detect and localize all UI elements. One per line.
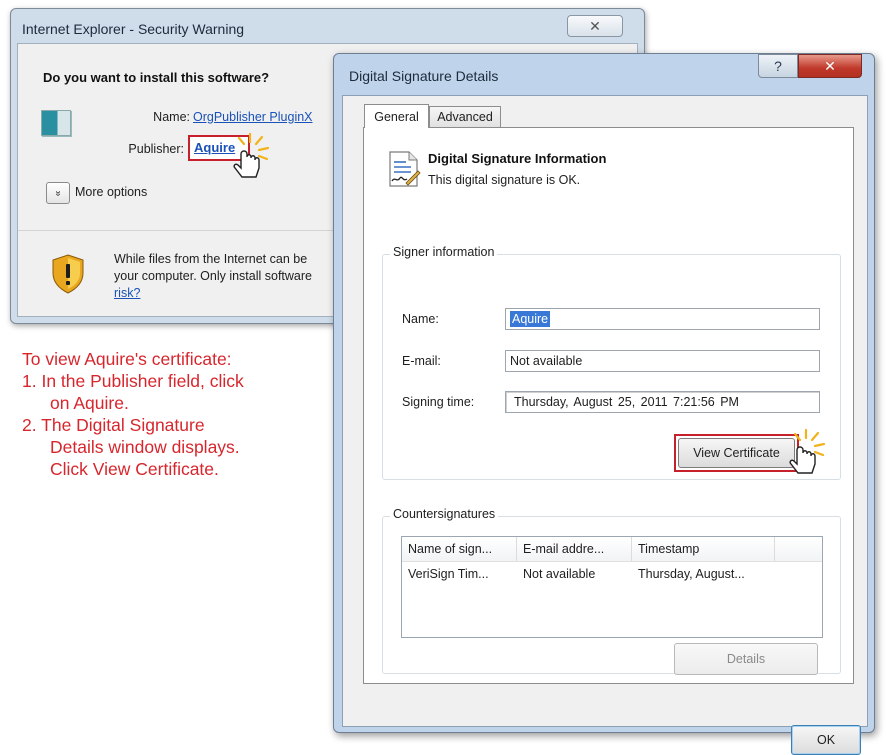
email-label: E-mail:: [402, 354, 441, 368]
more-options-button[interactable]: »: [46, 182, 70, 204]
instruction-step: Click View Certificate.: [50, 459, 219, 479]
close-button[interactable]: ✕: [567, 15, 623, 37]
close-button[interactable]: ✕: [798, 54, 862, 78]
view-certificate-button[interactable]: View Certificate: [678, 438, 795, 468]
instructions: To view Aquire's certificate: 1. In the …: [22, 348, 322, 480]
list-header: Name of sign... E-mail addre... Timestam…: [402, 537, 822, 562]
instruction-step: Details window displays.: [50, 437, 240, 457]
signing-time-label: Signing time:: [402, 395, 475, 409]
column-header-name[interactable]: Name of sign...: [402, 537, 517, 561]
signer-name-field[interactable]: Aquire: [505, 308, 820, 330]
details-button[interactable]: Details: [674, 643, 818, 675]
signer-name-value: Aquire: [510, 311, 551, 327]
email-field[interactable]: Not available: [505, 350, 820, 372]
general-tab-panel: Digital Signature Information This digit…: [363, 127, 854, 684]
hand-cursor-icon: [789, 428, 826, 474]
signing-time-field[interactable]: Thursday, August 25, 2011 7:21:56 PM: [505, 391, 820, 413]
instruction-step: 1. In the Publisher field, click: [22, 371, 244, 391]
row-cell-timestamp: Thursday, August...: [638, 567, 745, 581]
instruction-step: on Aquire.: [50, 393, 129, 413]
row-cell-email: Not available: [523, 567, 596, 581]
countersignatures-list[interactable]: Name of sign... E-mail addre... Timestam…: [401, 536, 823, 638]
window-title: Internet Explorer - Security Warning: [22, 21, 245, 37]
shield-warning-icon: [52, 254, 84, 294]
instruction-heading: To view Aquire's certificate:: [22, 349, 232, 369]
tab-general[interactable]: General: [364, 104, 429, 128]
help-icon: ?: [774, 58, 782, 74]
column-header-email[interactable]: E-mail addre...: [517, 537, 632, 561]
warning-line: While files from the Internet can be: [114, 252, 308, 266]
more-options-label[interactable]: More options: [75, 185, 147, 199]
help-button[interactable]: ?: [758, 54, 798, 78]
name-label: Name:: [153, 110, 190, 124]
window-title: Digital Signature Details: [349, 68, 499, 84]
close-icon: ✕: [589, 17, 601, 34]
signature-status: This digital signature is OK.: [428, 173, 581, 187]
install-question: Do you want to install this software?: [43, 70, 270, 85]
publisher-label: Publisher:: [128, 142, 184, 156]
hand-cursor-icon: [233, 132, 270, 178]
risk-link[interactable]: risk?: [114, 286, 140, 300]
software-icon: [41, 110, 71, 136]
ok-button[interactable]: OK: [791, 725, 861, 755]
warning-text: While files from the Internet can be you…: [114, 251, 344, 302]
signer-name-label: Name:: [402, 312, 439, 326]
close-icon: ✕: [824, 57, 836, 74]
signed-document-icon: [389, 151, 421, 187]
instruction-step: 2. The Digital Signature: [22, 415, 205, 435]
row-cell-name: VeriSign Tim...: [408, 567, 489, 581]
signer-group-label: Signer information: [390, 245, 498, 259]
tab-advanced[interactable]: Advanced: [429, 106, 501, 127]
countersignatures-label: Countersignatures: [390, 507, 499, 521]
column-header-timestamp[interactable]: Timestamp: [632, 537, 775, 561]
software-name-link[interactable]: OrgPublisher PluginX: [193, 110, 313, 124]
dialog-body: General Advanced Digital Signature Infor…: [342, 95, 868, 755]
digital-signature-details-window: Digital Signature Details ? ✕ General Ad…: [333, 53, 875, 755]
warning-line: your computer. Only install software: [114, 269, 312, 283]
signature-info-title: Digital Signature Information: [428, 151, 607, 166]
chevron-down-icon: »: [52, 190, 64, 196]
